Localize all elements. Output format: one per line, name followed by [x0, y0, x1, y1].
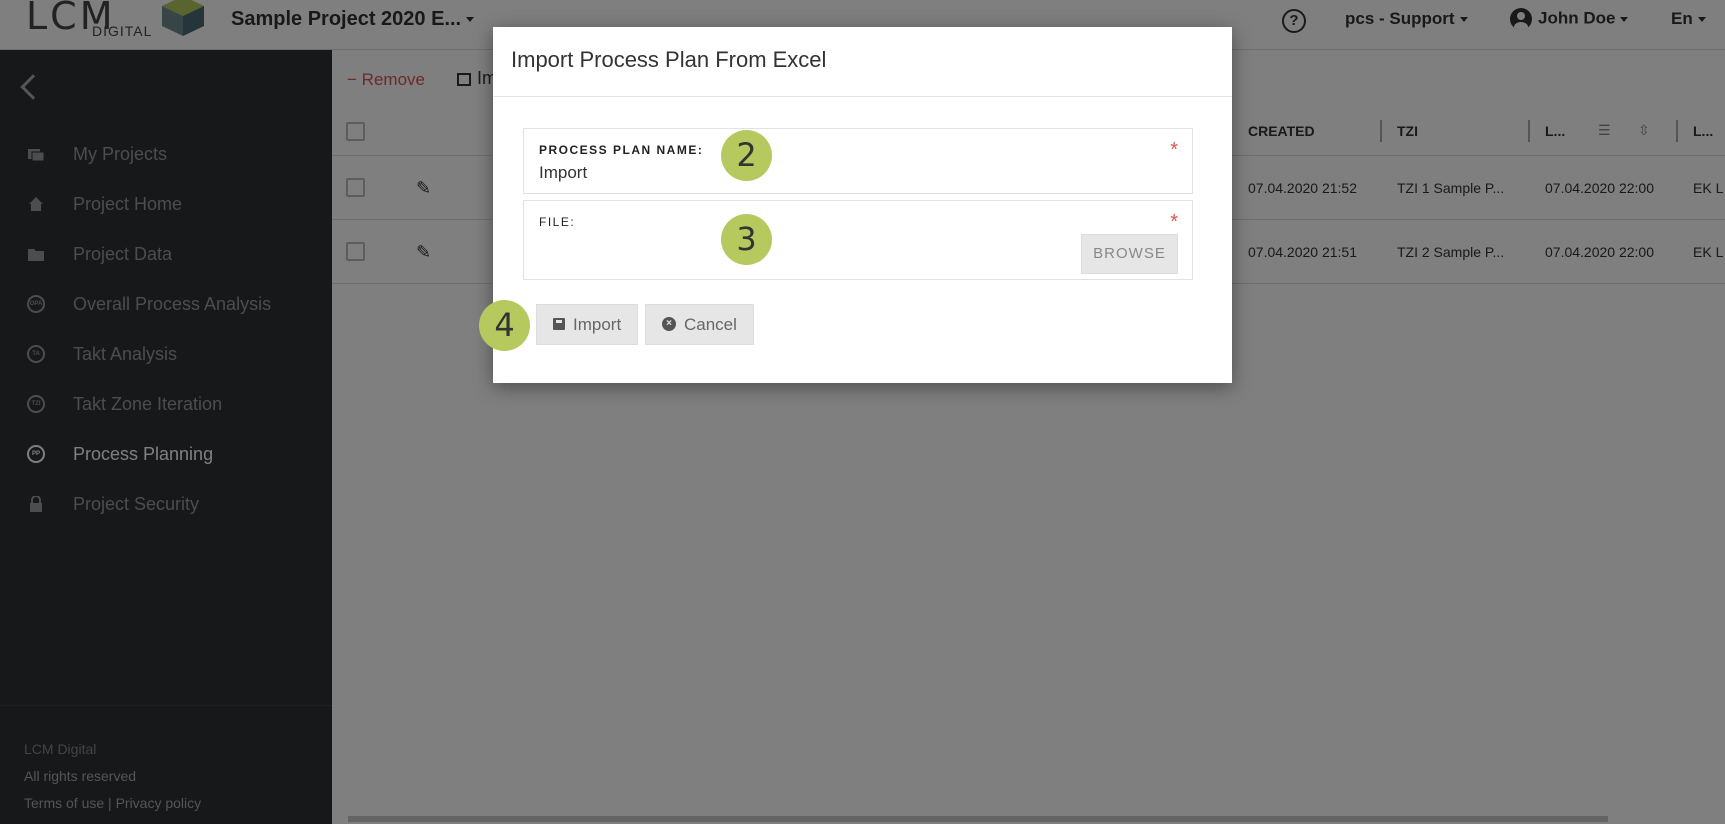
required-marker: * — [1170, 211, 1178, 233]
process-plan-name-label: PROCESS PLAN NAME: — [539, 143, 704, 157]
step-marker-2: 2 — [721, 130, 772, 181]
process-plan-name-input[interactable] — [539, 163, 1099, 183]
step-marker-4: 4 — [479, 300, 530, 351]
file-label: FILE: — [539, 215, 576, 229]
cancel-button-label: Cancel — [684, 315, 737, 334]
file-field[interactable]: FILE: * BROWSE — [523, 200, 1193, 280]
required-marker: * — [1170, 139, 1178, 161]
close-circle-icon: × — [662, 316, 676, 331]
modal-title: Import Process Plan From Excel — [511, 47, 827, 72]
save-icon — [553, 317, 565, 330]
import-process-plan-dialog: Import Process Plan From Excel PROCESS P… — [493, 27, 1232, 383]
process-plan-name-field[interactable]: PROCESS PLAN NAME: * — [523, 128, 1193, 194]
import-button-label: Import — [573, 315, 622, 334]
step-marker-3: 3 — [721, 214, 772, 265]
modal-header: Import Process Plan From Excel — [493, 27, 1232, 97]
browse-button[interactable]: BROWSE — [1081, 234, 1178, 274]
import-submit-button[interactable]: Import — [536, 304, 639, 345]
cancel-button[interactable]: × Cancel — [645, 304, 754, 345]
